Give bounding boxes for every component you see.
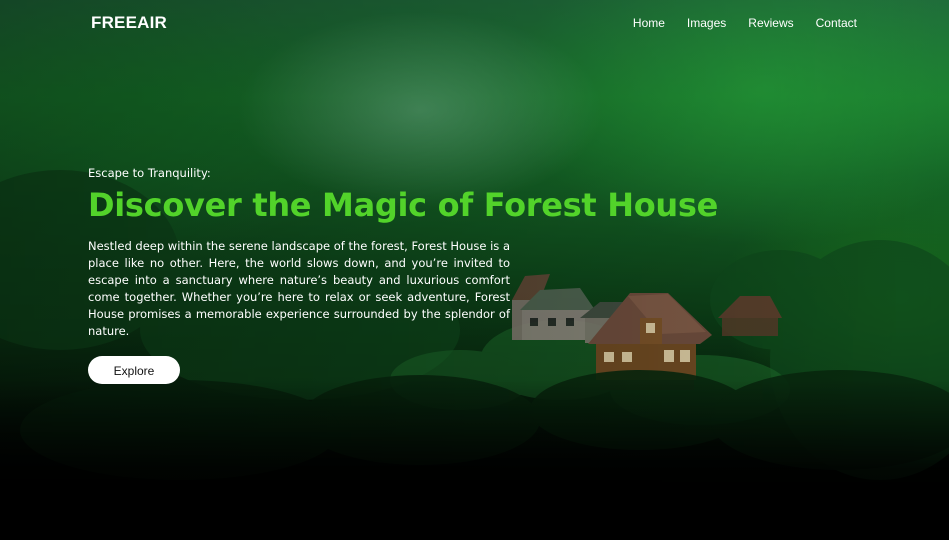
hero-description: Nestled deep within the serene landscape… [88,239,510,338]
bottom-gradient [0,380,949,540]
nav-link-contact[interactable]: Contact [816,16,857,30]
hero-eyebrow: Escape to Tranquility: [88,166,211,180]
hero-headline: Discover the Magic of Forest House [88,186,719,224]
site-logo[interactable]: FREEAIR [91,13,167,33]
nav-link-home[interactable]: Home [633,16,665,30]
explore-button[interactable]: Explore [88,356,180,384]
navbar: FREEAIR Home Images Reviews Contact [0,0,949,46]
hero-section: FREEAIR Home Images Reviews Contact Esca… [0,0,949,540]
nav-links: Home Images Reviews Contact [633,16,857,30]
nav-link-images[interactable]: Images [687,16,726,30]
hero-content: Escape to Tranquility: Discover the Magi… [88,166,719,384]
nav-link-reviews[interactable]: Reviews [748,16,793,30]
